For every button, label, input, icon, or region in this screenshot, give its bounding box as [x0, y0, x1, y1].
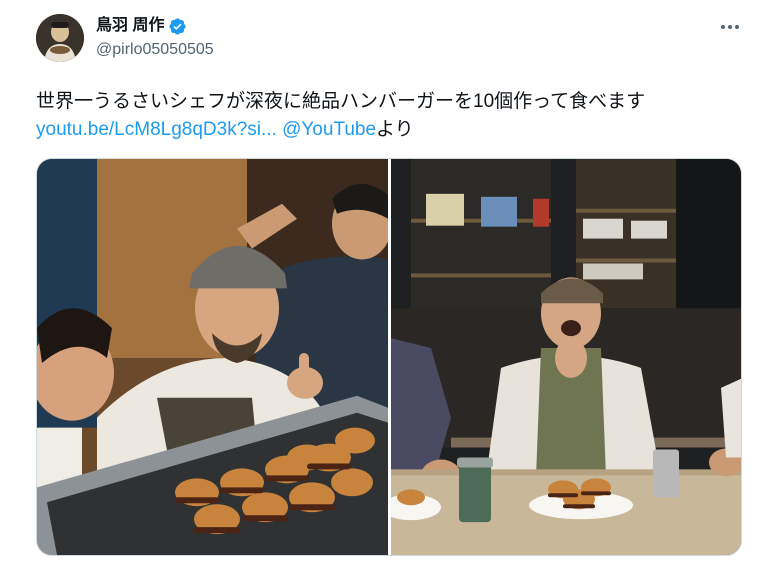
tweet-trailing-text: より: [376, 119, 414, 140]
photo-chef-laughing-with-burgers[interactable]: [391, 159, 741, 555]
author-display-name[interactable]: 鳥羽 周作: [96, 16, 164, 36]
photo-right-image: [391, 159, 741, 555]
photo-chef-with-burgers-on-griddle[interactable]: [37, 159, 388, 555]
youtube-mention[interactable]: @YouTube: [282, 119, 376, 140]
tweet-card: 鳥羽 周作 @pirlo05050505 世界一うるさいシェフが深夜に絶品ハンバ…: [0, 0, 778, 578]
tweet-text-line: 世界一うるさいシェフが深夜に絶品ハンバーガーを10個作って食べます: [36, 91, 646, 112]
avatar-image: [36, 14, 84, 62]
more-options-button[interactable]: [714, 16, 746, 38]
verified-badge-icon: [169, 17, 187, 35]
youtube-link[interactable]: youtu.be/LcM8Lg8qD3k?si...: [36, 119, 277, 140]
more-dot: [728, 25, 732, 29]
tweet-media: [36, 158, 742, 556]
author-handle[interactable]: @pirlo05050505: [96, 40, 214, 60]
tweet-link-line: youtu.be/LcM8Lg8qD3k?si... @YouTubeより: [36, 116, 746, 144]
author-name-row: 鳥羽 周作: [96, 16, 187, 36]
photo-left-image: [37, 159, 388, 555]
tweet-text: 世界一うるさいシェフが深夜に絶品ハンバーガーを10個作って食べます youtu.…: [36, 88, 746, 144]
more-horizontal-icon: [721, 25, 725, 29]
more-dot: [735, 25, 739, 29]
author-avatar[interactable]: [36, 14, 84, 62]
